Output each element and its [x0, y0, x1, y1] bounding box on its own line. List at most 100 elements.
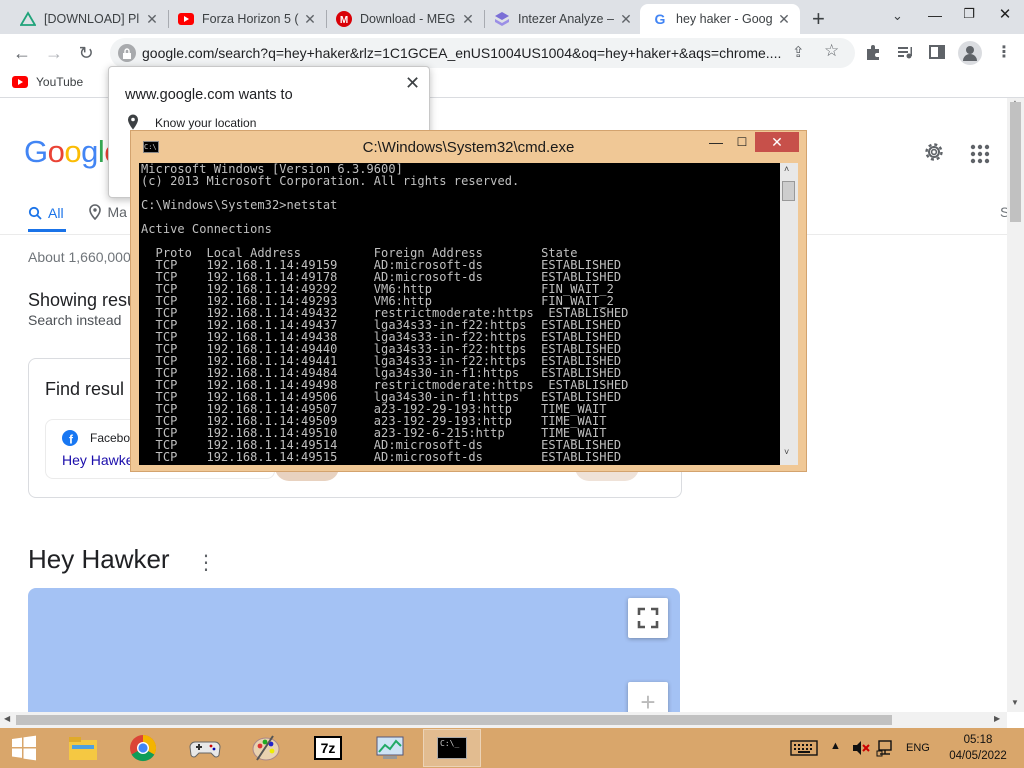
taskbar-cmd[interactable]: C:\_ [423, 729, 481, 767]
share-icon[interactable]: ⇪ [792, 43, 805, 61]
vertical-scrollbar[interactable]: ▲ ▼ [1007, 98, 1024, 712]
close-icon[interactable]: ✕ [302, 11, 318, 27]
speaker-muted-icon[interactable] [852, 740, 870, 761]
scroll-down-arrow-icon[interactable]: ▼ [1011, 698, 1019, 707]
clock-date: 04/05/2022 [949, 750, 1007, 762]
extensions-icon[interactable] [864, 43, 882, 66]
scroll-left-arrow-icon[interactable]: ◀ [4, 714, 10, 723]
language-indicator[interactable]: ENG [906, 742, 930, 754]
show-hidden-icons-chevron-icon[interactable]: ▲ [830, 740, 841, 752]
cmd-icon: C:\_ [437, 737, 467, 759]
new-tab-button[interactable]: + [812, 6, 825, 32]
close-icon[interactable]: ✕ [776, 11, 792, 27]
taskbar-control-panel[interactable] [361, 729, 419, 767]
tab-label: Forza Horizon 5 ( [202, 12, 299, 26]
knowledge-panel-title: Hey Hawker [28, 544, 170, 574]
horizontal-scrollbar[interactable]: ◀ ▶ [0, 712, 1007, 728]
close-icon[interactable]: ✕ [460, 11, 476, 27]
tab-label: [DOWNLOAD] Pl [44, 12, 140, 26]
taskbar-game-controller[interactable] [176, 729, 234, 767]
tab-mega[interactable]: M Download - MEG ✕ [324, 4, 484, 34]
zoom-in-button[interactable]: + [628, 682, 668, 712]
search-instead-text: Search instead [28, 312, 122, 328]
minimize-button[interactable]: — [918, 0, 952, 30]
facebook-icon: f [62, 430, 78, 446]
tab-maps[interactable]: Ma [89, 204, 127, 220]
keyboard-icon[interactable] [790, 740, 818, 761]
map-preview[interactable]: + [28, 588, 680, 712]
scrollbar-thumb[interactable] [16, 715, 892, 725]
close-icon[interactable]: ✕ [405, 73, 420, 94]
start-button[interactable] [0, 729, 48, 767]
cmd-line: Active Connections [141, 222, 272, 236]
tab-label: Download - MEG [360, 12, 456, 26]
mega-icon: M [336, 11, 352, 27]
facebook-result-link[interactable]: Hey Hawke [62, 452, 134, 468]
fullscreen-button[interactable] [628, 598, 668, 638]
taskbar-chrome[interactable] [114, 729, 172, 767]
bookmark-youtube[interactable]: YouTube [12, 75, 83, 89]
profile-avatar[interactable] [958, 41, 982, 65]
url-text[interactable]: google.com/search?q=hey+haker&rlz=1C1GCE… [142, 45, 782, 61]
scrollbar-thumb[interactable] [782, 181, 795, 201]
tab-all[interactable]: All [28, 205, 64, 221]
network-icon[interactable] [876, 739, 894, 762]
address-bar[interactable]: google.com/search?q=hey+haker&rlz=1C1GCE… [110, 38, 855, 68]
media-control-icon[interactable] [896, 43, 914, 66]
tab-maps-label: Ma [107, 204, 127, 220]
taskbar-file-explorer[interactable] [54, 729, 112, 767]
scroll-up-arrow-icon[interactable]: ˄ [784, 164, 789, 174]
svg-text:M: M [340, 15, 348, 26]
scrollbar-thumb[interactable] [1010, 102, 1021, 222]
back-button[interactable]: ← [8, 39, 36, 67]
tab-intezer[interactable]: Intezer Analyze – ✕ [482, 4, 642, 34]
taskbar-7zip[interactable]: 7z [299, 729, 357, 767]
7zip-icon: 7z [314, 736, 342, 760]
taskbar-paint[interactable] [237, 729, 295, 767]
cmd-scrollbar[interactable]: ˄ ˅ [780, 163, 798, 465]
scroll-down-arrow-icon[interactable]: ˅ [784, 447, 789, 457]
tab-google-active[interactable]: G hey haker - Goog ✕ [640, 4, 800, 34]
bookmark-star-icon[interactable]: ☆ [824, 41, 839, 61]
maximize-button[interactable]: ☐ [729, 132, 755, 152]
side-panel-icon[interactable] [928, 43, 946, 66]
youtube-icon [12, 76, 28, 88]
minimize-button[interactable]: — [703, 132, 729, 152]
cmd-line: TCP 192.168.1.14:49515 AD:microsoft-ds E… [141, 450, 622, 464]
cmd-console[interactable]: Microsoft Windows [Version 6.3.9600] (c) … [139, 163, 789, 465]
close-icon[interactable]: ✕ [144, 11, 160, 27]
lock-icon[interactable] [118, 44, 136, 62]
forward-button[interactable]: → [40, 39, 68, 67]
restore-button[interactable]: ❐ [952, 0, 986, 30]
google-logo[interactable]: Google [24, 134, 122, 170]
close-button[interactable]: ✕ [755, 132, 799, 152]
settings-gear-icon[interactable] [922, 140, 946, 169]
close-window-button[interactable]: ✕ [986, 0, 1024, 30]
more-options-icon[interactable]: ⋮ [196, 550, 216, 575]
tools-tab[interactable]: S [1000, 204, 1007, 220]
windows-logo-icon [12, 735, 36, 761]
google-apps-grid-icon[interactable] [970, 144, 990, 169]
tab-download[interactable]: [DOWNLOAD] Pl ✕ [8, 4, 168, 34]
scroll-right-arrow-icon[interactable]: ▶ [994, 714, 1000, 723]
tab-forza[interactable]: Forza Horizon 5 ( ✕ [166, 4, 326, 34]
tab-all-label: All [48, 205, 64, 221]
menu-kebab-icon[interactable]: ⋮ [996, 42, 1012, 62]
result-stats: About 1,660,000 [28, 249, 131, 265]
chrome-icon [130, 734, 157, 762]
game-controller-icon [189, 741, 221, 758]
tab-label: Intezer Analyze – [518, 12, 614, 26]
intezer-icon [494, 11, 510, 27]
triangle-icon [20, 11, 36, 27]
find-results-title: Find resul [45, 379, 125, 399]
cmd-window[interactable]: C:\ C:\Windows\System32\cmd.exe — ☐ ✕ Mi… [130, 130, 807, 472]
cmd-title-bar[interactable]: C:\ C:\Windows\System32\cmd.exe — ☐ ✕ [131, 131, 806, 163]
clock-time: 05:18 [963, 734, 993, 746]
windows-taskbar: 7z C:\_ ▲ ENG 05:18 04/05/2022 [0, 728, 1024, 768]
close-icon[interactable]: ✕ [618, 11, 634, 27]
system-clock[interactable]: 05:18 04/05/2022 [940, 732, 1016, 764]
reload-button[interactable]: ↻ [72, 39, 100, 67]
cmd-line: C:\Windows\System32>netstat [141, 198, 338, 212]
tab-search-button[interactable]: ⌄ [892, 8, 903, 24]
cmd-output: Microsoft Windows [Version 6.3.9600] (c) … [141, 163, 628, 463]
